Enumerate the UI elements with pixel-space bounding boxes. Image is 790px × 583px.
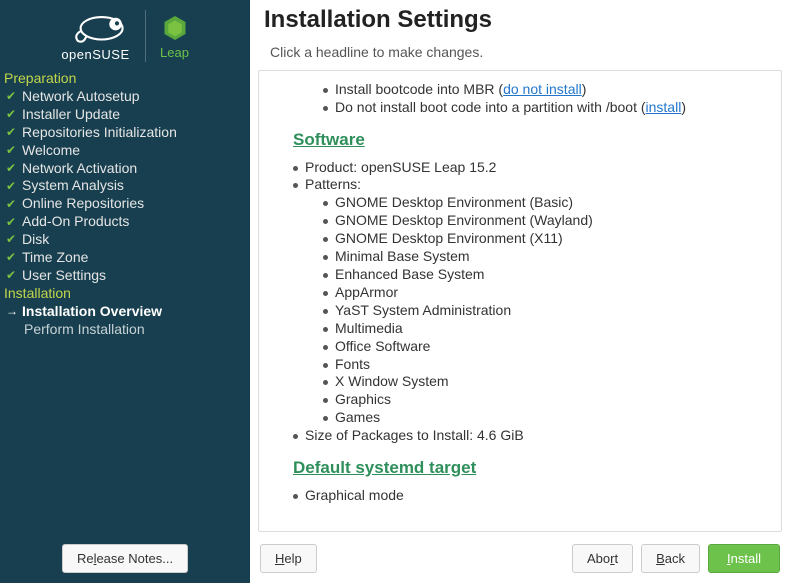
nav-network-autosetup[interactable]: ✔ Network Autosetup (2, 88, 248, 106)
nav-installer-update[interactable]: ✔ Installer Update (2, 106, 248, 124)
opensuse-logo: openSUSE (61, 11, 131, 62)
pattern-item: GNOME Desktop Environment (Wayland) (323, 212, 765, 230)
opensuse-label: openSUSE (61, 47, 129, 62)
nav-label: Welcome (22, 142, 80, 160)
text: Do not install boot code into a partitio… (335, 99, 646, 115)
nav-perform-installation[interactable]: Perform Installation (2, 321, 248, 339)
pattern-item: Graphics (323, 391, 765, 409)
pattern-item: AppArmor (323, 284, 765, 302)
help-button[interactable]: Help (260, 544, 317, 573)
pattern-item: YaST System Administration (323, 302, 765, 320)
nav-list: Preparation ✔ Network Autosetup ✔ Installe… (0, 70, 250, 534)
main-panel: Installation Settings Click a headline t… (250, 0, 790, 583)
nav-disk[interactable]: ✔ Disk (2, 231, 248, 249)
check-icon: ✔ (6, 89, 18, 104)
back-button[interactable]: Back (641, 544, 700, 573)
software-heading-link[interactable]: Software (293, 129, 365, 151)
pattern-item: Minimal Base System (323, 248, 765, 266)
boot-partition-line: Do not install boot code into a partitio… (323, 99, 765, 117)
nav-system-analysis[interactable]: ✔ System Analysis (2, 177, 248, 195)
pattern-item: GNOME Desktop Environment (Basic) (323, 194, 765, 212)
nav-repositories-initialization[interactable]: ✔ Repositories Initialization (2, 124, 248, 142)
leap-logo: Leap (160, 13, 190, 60)
check-icon: ✔ (6, 107, 18, 122)
check-icon: ✔ (6, 250, 18, 265)
logo-area: openSUSE Leap (0, 0, 250, 70)
nav-label: Perform Installation (24, 321, 145, 339)
nav-addon-products[interactable]: ✔ Add-On Products (2, 213, 248, 231)
section-preparation: Preparation (2, 70, 248, 88)
nav-label: Add-On Products (22, 213, 129, 231)
nav-label: Installation Overview (22, 303, 162, 321)
content-scroll[interactable]: Install bootcode into MBR (do not instal… (259, 71, 781, 531)
page-title: Installation Settings (264, 6, 776, 34)
pattern-item: Multimedia (323, 320, 765, 338)
sidebar-footer: Release Notes... (0, 534, 250, 583)
check-icon: ✔ (6, 232, 18, 247)
install-link[interactable]: install (646, 99, 682, 115)
check-icon: ✔ (6, 161, 18, 176)
release-notes-button[interactable]: Release Notes... (62, 544, 188, 573)
content-frame: Install bootcode into MBR (do not instal… (258, 70, 782, 532)
check-icon: ✔ (6, 197, 18, 212)
chameleon-icon (61, 11, 131, 47)
check-icon: ✔ (6, 215, 18, 230)
check-icon: ✔ (6, 143, 18, 158)
nav-label: Network Activation (22, 160, 137, 178)
leap-icon (160, 13, 190, 43)
check-icon: ✔ (6, 179, 18, 194)
main-header: Installation Settings Click a headline t… (250, 0, 790, 70)
patterns-list: GNOME Desktop Environment (Basic) GNOME … (323, 194, 765, 427)
nav-label: Disk (22, 231, 49, 249)
nav-online-repositories[interactable]: ✔ Online Repositories (2, 195, 248, 213)
pattern-item: Fonts (323, 356, 765, 374)
nav-label: Online Repositories (22, 195, 144, 213)
nav-label: System Analysis (22, 177, 124, 195)
check-icon: ✔ (6, 268, 18, 283)
size-line: Size of Packages to Install: 4.6 GiB (293, 427, 765, 445)
footer-bar: Help Abort Back Install (250, 538, 790, 583)
boot-mbr-line: Install bootcode into MBR (do not instal… (323, 81, 765, 99)
nav-installation-overview[interactable]: → Installation Overview (2, 303, 248, 321)
patterns-line: Patterns: (293, 176, 765, 194)
abort-button[interactable]: Abort (572, 544, 633, 573)
nav-label: Repositories Initialization (22, 124, 177, 142)
product-line: Product: openSUSE Leap 15.2 (293, 159, 765, 177)
nav-network-activation[interactable]: ✔ Network Activation (2, 160, 248, 178)
leap-label: Leap (160, 45, 189, 60)
do-not-install-link[interactable]: do not install (503, 81, 582, 97)
nav-time-zone[interactable]: ✔ Time Zone (2, 249, 248, 267)
logo-divider (145, 10, 146, 62)
page-subtitle: Click a headline to make changes. (264, 34, 776, 68)
pattern-item: Office Software (323, 338, 765, 356)
nav-label: Time Zone (22, 249, 88, 267)
text: Install bootcode into MBR ( (335, 81, 503, 97)
pattern-item: Enhanced Base System (323, 266, 765, 284)
pattern-item: GNOME Desktop Environment (X11) (323, 230, 765, 248)
nav-user-settings[interactable]: ✔ User Settings (2, 267, 248, 285)
nav-welcome[interactable]: ✔ Welcome (2, 142, 248, 160)
section-installation: Installation (2, 285, 248, 303)
nav-label: User Settings (22, 267, 106, 285)
pattern-item: Games (323, 409, 765, 427)
arrow-right-icon: → (6, 304, 18, 319)
nav-label: Installer Update (22, 106, 120, 124)
text: ) (681, 99, 686, 115)
pattern-item: X Window System (323, 373, 765, 391)
text: ) (582, 81, 587, 97)
check-icon: ✔ (6, 125, 18, 140)
systemd-mode-line: Graphical mode (293, 487, 765, 505)
nav-label: Network Autosetup (22, 88, 140, 106)
install-button[interactable]: Install (708, 544, 780, 573)
sidebar: openSUSE Leap Preparation ✔ Network Autos… (0, 0, 250, 583)
systemd-heading-link[interactable]: Default systemd target (293, 457, 476, 479)
